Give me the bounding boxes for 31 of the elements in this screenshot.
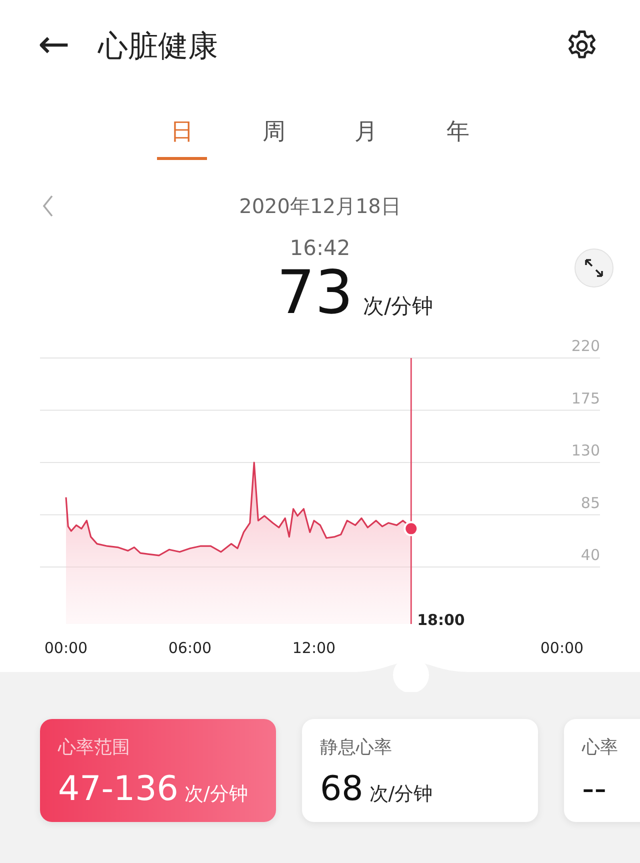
stat-card[interactable]: 心率 --	[564, 719, 640, 822]
x-tick-label: 06:00	[168, 639, 212, 657]
back-button[interactable]: ←	[38, 25, 70, 63]
card-value: 68	[320, 769, 364, 809]
x-tick-label: 00:00	[540, 639, 584, 657]
card-value: --	[582, 769, 607, 809]
cursor-time-label: 18:00	[417, 611, 465, 629]
card-title: 静息心率	[320, 736, 393, 759]
heart-rate-value: 73	[276, 260, 354, 326]
x-tick-label: 12:00	[292, 639, 336, 657]
y-tick-label: 85	[580, 494, 600, 512]
date-label: 2020年12月18日	[239, 192, 401, 220]
card-unit: 次/分钟	[184, 782, 248, 807]
period-tab[interactable]: 周	[249, 110, 299, 160]
heart-rate-unit: 次/分钟	[363, 293, 434, 320]
reading-time: 16:42	[290, 236, 350, 260]
card-title: 心率	[582, 736, 619, 759]
card-title: 心率范围	[58, 736, 131, 759]
x-tick-label: 00:00	[44, 639, 88, 657]
y-tick-label: 130	[571, 442, 600, 460]
cursor-marker	[404, 521, 419, 536]
y-tick-label: 175	[571, 389, 600, 408]
card-unit: 次/分钟	[369, 782, 433, 807]
expand-button[interactable]	[574, 248, 614, 288]
y-tick-label: 220	[571, 337, 600, 355]
period-tab[interactable]: 月	[341, 110, 391, 160]
card-value: 47-136	[58, 769, 178, 809]
page-title: 心脏健康	[98, 28, 219, 66]
period-tab[interactable]: 年	[433, 110, 483, 160]
y-tick-label: 40	[580, 546, 600, 564]
stat-card[interactable]: 静息心率 68 次/分钟	[302, 719, 538, 822]
